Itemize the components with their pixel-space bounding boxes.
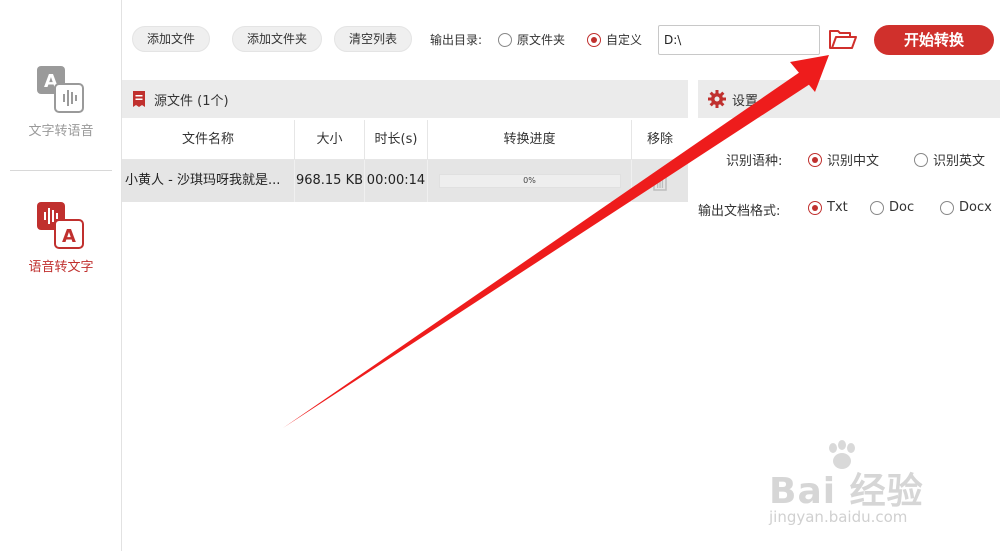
radio-custom[interactable]: 自定义 xyxy=(587,31,642,48)
nav-text-to-speech-label: 文字转语音 xyxy=(28,124,94,139)
source-files-title: 源文件 (1个) xyxy=(154,93,229,109)
file-name-cell: 小黄人 - 沙琪玛呀我就是... xyxy=(122,160,295,202)
file-size-cell: 968.15 KB xyxy=(295,160,365,202)
radio-txt[interactable]: Txt xyxy=(808,200,848,215)
add-file-button[interactable]: 添加文件 xyxy=(132,26,211,52)
sidebar-divider xyxy=(10,170,112,171)
radio-source-folder[interactable]: 原文件夹 xyxy=(498,31,565,48)
table-header: 文件名称 大小 时长(s) 转换进度 移除 xyxy=(122,120,688,160)
output-path-input[interactable] xyxy=(658,25,820,55)
output-dir-label: 输出目录: xyxy=(430,33,483,47)
progress-text: 0% xyxy=(523,176,536,185)
radio-docx[interactable]: Docx xyxy=(940,200,992,215)
gear-icon xyxy=(708,90,726,108)
radio-english[interactable]: 识别英文 xyxy=(914,150,985,169)
start-convert-button[interactable]: 开始转换 xyxy=(874,25,994,55)
progress-bar: 0% xyxy=(438,174,621,188)
settings-title: 设置 xyxy=(732,93,759,109)
settings-header: 设置 xyxy=(698,80,1000,118)
format-label: 输出文档格式: xyxy=(698,204,781,219)
column-header-remove: 移除 xyxy=(646,132,673,147)
file-duration-cell: 00:00:14 xyxy=(365,160,428,202)
radio-source-folder-label: 原文件夹 xyxy=(517,33,566,47)
radio-docx-label: Docx xyxy=(959,200,992,215)
document-icon xyxy=(133,91,145,107)
column-header-name: 文件名称 xyxy=(122,120,295,159)
radio-dot xyxy=(870,200,884,215)
folder-open-icon xyxy=(829,30,857,49)
radio-dot xyxy=(940,200,954,215)
progress-cell: 0% xyxy=(428,160,632,202)
column-header-size: 大小 xyxy=(295,120,365,159)
radio-chinese-label: 识别中文 xyxy=(827,154,880,169)
toolbar: 添加文件 添加文件夹 清空列表 输出目录: 原文件夹 自定义 开始转换 xyxy=(122,0,1000,78)
source-files-panel: 源文件 (1个) 文件名称 大小 时长(s) 转换进度 移除 小黄人 - 沙琪玛… xyxy=(122,80,688,551)
browse-folder-button[interactable] xyxy=(828,28,858,52)
radio-dot xyxy=(808,152,822,167)
radio-txt-label: Txt xyxy=(827,200,848,215)
radio-dot xyxy=(808,200,822,215)
radio-dot xyxy=(914,152,928,167)
language-label: 识别语种: xyxy=(726,154,783,169)
column-header-progress: 转换进度 xyxy=(428,120,632,159)
remove-cell xyxy=(632,160,688,202)
source-files-header: 源文件 (1个) xyxy=(122,80,688,118)
trash-icon[interactable] xyxy=(652,171,668,191)
sidebar: A 文字转语音 A 语音转文字 xyxy=(0,0,122,551)
radio-english-label: 识别英文 xyxy=(933,154,986,169)
nav-speech-to-text[interactable]: A 语音转文字 xyxy=(0,200,122,275)
radio-dot xyxy=(587,32,601,47)
radio-doc-label: Doc xyxy=(889,200,915,215)
add-folder-button[interactable]: 添加文件夹 xyxy=(232,26,323,52)
radio-custom-label: 自定义 xyxy=(606,33,643,47)
nav-text-to-speech[interactable]: A 文字转语音 xyxy=(0,64,122,139)
column-header-duration: 时长(s) xyxy=(365,120,428,159)
radio-chinese[interactable]: 识别中文 xyxy=(808,150,879,169)
speech-to-text-icon: A xyxy=(37,202,84,249)
radio-dot xyxy=(498,32,512,47)
svg-text:A: A xyxy=(62,226,76,247)
settings-panel: 设置 识别语种: 识别中文 识别英文 输出文档格式: Txt Doc Docx xyxy=(698,80,1000,551)
text-to-speech-icon: A xyxy=(37,66,84,113)
nav-speech-to-text-label: 语音转文字 xyxy=(28,260,94,275)
radio-doc[interactable]: Doc xyxy=(870,200,914,215)
table-row[interactable]: 小黄人 - 沙琪玛呀我就是... 968.15 KB 00:00:14 0% xyxy=(122,160,688,202)
clear-list-button[interactable]: 清空列表 xyxy=(334,26,413,52)
